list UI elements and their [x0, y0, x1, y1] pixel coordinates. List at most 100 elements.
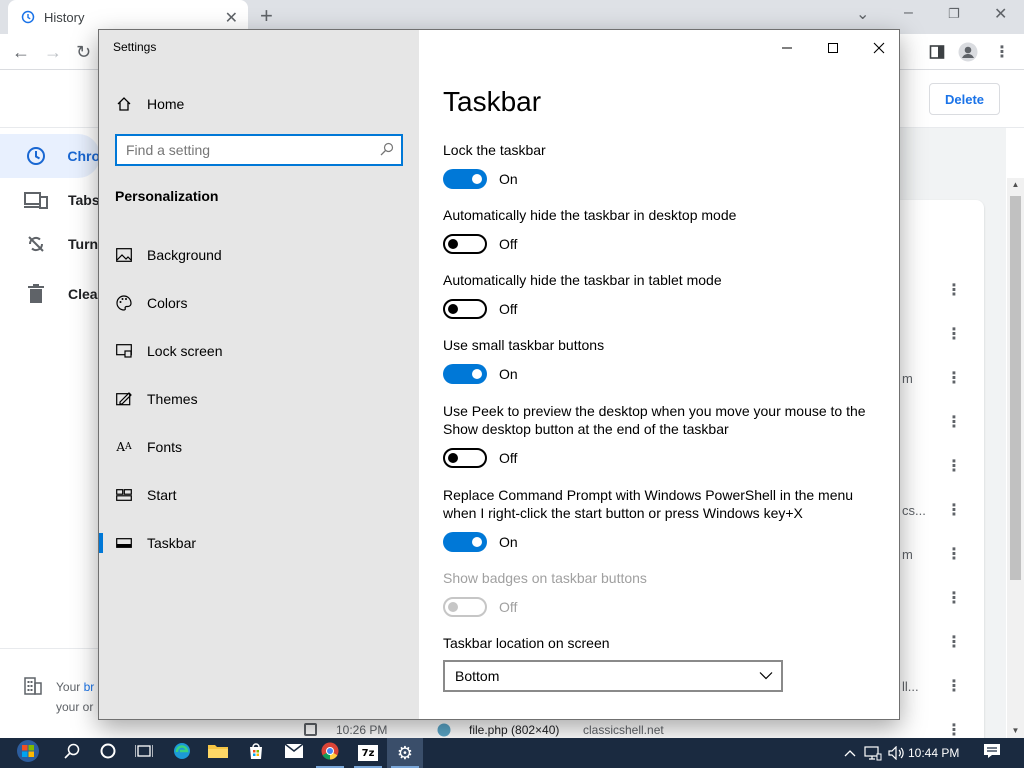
row-menu-icon[interactable]: ⋮ [946, 283, 962, 299]
folder-icon [208, 743, 228, 764]
sidebar-item-sync[interactable]: Turn [0, 222, 100, 266]
clock-icon [24, 146, 47, 166]
taskbar-chrome[interactable] [312, 738, 348, 768]
row-menu-icon[interactable]: ⋮ [946, 327, 962, 343]
close-button[interactable] [856, 36, 899, 60]
close-tab-icon[interactable]: ✕ [225, 8, 238, 28]
toggle-lock-taskbar[interactable] [443, 169, 487, 189]
taskbar-search-button[interactable] [54, 738, 90, 768]
scroll-up-arrow-icon[interactable]: ▲ [1010, 180, 1021, 189]
task-view-button[interactable] [126, 738, 162, 768]
start-button[interactable] [8, 738, 48, 768]
profile-avatar-icon[interactable] [958, 42, 978, 62]
network-icon[interactable] [862, 738, 884, 768]
taskbar-store[interactable] [238, 738, 274, 768]
toggle-autohide-desktop[interactable] [443, 234, 487, 254]
maximize-button[interactable] [810, 36, 856, 60]
settings-window: Settings Home Personalization Background… [98, 29, 900, 720]
nav-item-taskbar[interactable]: Taskbar [99, 523, 419, 563]
row-menu-icon[interactable]: ⋮ [946, 723, 962, 739]
scrollbar-thumb[interactable] [1010, 196, 1021, 580]
toggle-peek[interactable] [443, 448, 487, 468]
toggle-state-label: On [499, 534, 518, 550]
chrome-minimize-icon[interactable]: – [904, 4, 913, 22]
tab-search-chevron-icon[interactable]: ⌄ [856, 4, 869, 24]
windows-orb-icon [16, 739, 40, 768]
cortana-button[interactable] [90, 738, 126, 768]
reload-icon[interactable]: ↻ [76, 42, 91, 63]
taskbar-file-explorer[interactable] [200, 738, 236, 768]
scroll-down-arrow-icon[interactable]: ▼ [1010, 726, 1021, 735]
row-menu-icon[interactable]: ⋮ [946, 371, 962, 387]
history-sidebar: Chro Tabs Turn Clea [0, 128, 100, 728]
start-icon [115, 486, 133, 504]
home-label: Home [147, 96, 185, 112]
option-label-lock-taskbar: Lock the taskbar [443, 142, 546, 158]
back-arrow-icon[interactable]: ← [12, 42, 30, 63]
minimize-button[interactable] [764, 36, 810, 60]
forward-arrow-icon[interactable]: → [44, 42, 62, 63]
row-menu-icon[interactable]: ⋮ [946, 547, 962, 563]
nav-item-label: Start [147, 487, 177, 503]
nav-item-lock-screen[interactable]: Lock screen [99, 331, 419, 371]
nav-item-background[interactable]: Background [99, 235, 419, 275]
home-icon [115, 96, 133, 112]
cortana-icon [100, 743, 116, 764]
window-title: Settings [113, 40, 157, 54]
option-label-autohide-desktop: Automatically hide the taskbar in deskto… [443, 207, 737, 223]
nav-item-fonts[interactable]: AA Fonts [99, 427, 419, 467]
row-menu-icon[interactable]: ⋮ [946, 679, 962, 695]
nav-home[interactable]: Home [99, 88, 419, 120]
row-menu-icon[interactable]: ⋮ [946, 635, 962, 651]
search-field[interactable] [115, 134, 403, 166]
nav-item-label: Lock screen [147, 343, 223, 359]
taskbar-settings[interactable]: ⚙ [387, 738, 423, 768]
nav-item-label: Colors [147, 295, 188, 311]
building-icon [24, 677, 42, 700]
palette-icon [115, 294, 133, 312]
sidebar-item-chrome-history[interactable]: Chro [0, 134, 100, 178]
delete-button[interactable]: Delete [929, 83, 1000, 115]
toggle-state-label: On [499, 366, 518, 382]
search-input[interactable] [126, 142, 374, 158]
row-checkbox[interactable] [304, 723, 317, 736]
picture-icon [115, 246, 133, 264]
history-row[interactable]: 10:26 PM file.php (802×40) classicshell.… [100, 720, 907, 738]
row-text-fragment: m [902, 547, 913, 562]
taskbar-mail[interactable] [276, 738, 312, 768]
taskbar-location-select[interactable]: Bottom [443, 660, 783, 692]
action-center-button[interactable] [974, 738, 1010, 768]
toggle-small-buttons[interactable] [443, 364, 487, 384]
volume-icon[interactable] [886, 738, 908, 768]
toggle-autohide-tablet[interactable] [443, 299, 487, 319]
taskbar-7zip[interactable]: 7z [350, 738, 386, 768]
option-label-line: Replace Command Prompt with Windows Powe… [443, 487, 854, 503]
note-prefix: Your [56, 680, 84, 694]
note-link[interactable]: br [84, 680, 95, 694]
nav-item-colors[interactable]: Colors [99, 283, 419, 323]
option-label-line: Use Peek to preview the desktop when you… [443, 403, 866, 419]
row-title[interactable]: file.php (802×40) [469, 723, 559, 737]
row-menu-icon[interactable]: ⋮ [946, 459, 962, 475]
taskbar-edge[interactable] [164, 738, 200, 768]
row-menu-icon[interactable]: ⋮ [946, 503, 962, 519]
clock-time[interactable]: 10:44 PM [908, 738, 959, 768]
row-menu-icon[interactable]: ⋮ [946, 415, 962, 431]
row-menu-icon[interactable]: ⋮ [946, 591, 962, 607]
chrome-close-icon[interactable]: ✕ [994, 4, 1007, 24]
tray-overflow-chevron-icon[interactable] [840, 738, 860, 768]
lock-screen-icon [115, 342, 133, 360]
chrome-menu-icon[interactable]: ⋮ [992, 42, 1012, 62]
sidebar-item-tabs[interactable]: Tabs [0, 178, 100, 222]
toggle-powershell[interactable] [443, 532, 487, 552]
store-icon [247, 742, 265, 765]
side-panel-icon[interactable] [927, 42, 947, 62]
sidebar-item-clear-data[interactable]: Clea [0, 272, 100, 316]
tab-title: History [44, 9, 85, 25]
nav-item-start[interactable]: Start [99, 475, 419, 515]
sidebar-item-label: Clea [68, 286, 98, 302]
chrome-restore-icon[interactable]: ❐ [948, 6, 960, 22]
new-tab-button[interactable]: + [260, 5, 273, 27]
nav-item-themes[interactable]: Themes [99, 379, 419, 419]
settings-content-pane: Taskbar Lock the taskbar On Automaticall… [419, 30, 899, 719]
